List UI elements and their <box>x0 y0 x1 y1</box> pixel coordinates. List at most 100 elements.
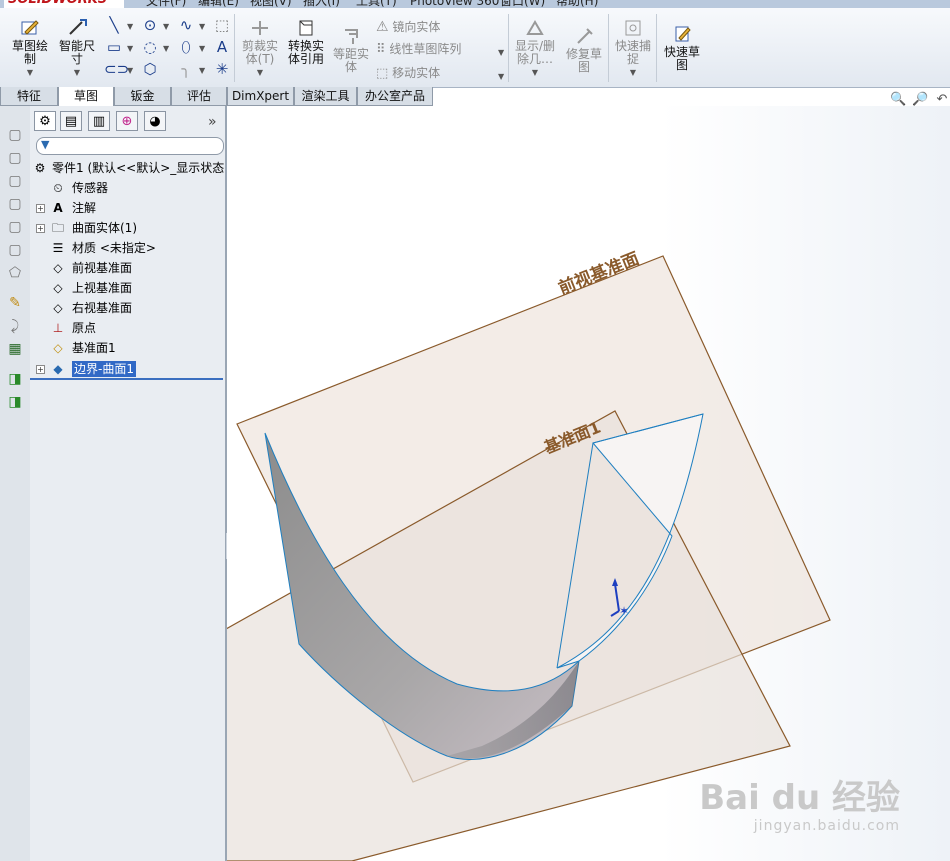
feature-manager-tree: ⚙ ▤ ▥ ⊕ ◕ » ▼ ⚙ 零件1 (默认<<默认>_显示状态 ⏲ 传感器 … <box>30 106 227 861</box>
tree-filter-input[interactable]: ▼ <box>36 137 224 155</box>
display-delete-relations-button[interactable]: 显示/删 除几… ▼ <box>512 18 558 79</box>
view-box-icon[interactable]: ⬠ <box>6 264 24 282</box>
tab-dimxpert[interactable]: DimXpert <box>227 87 294 106</box>
chevron-down-icon[interactable]: ▼ <box>199 22 205 31</box>
repair-sketch-icon <box>573 26 595 46</box>
tab-evaluate[interactable]: 评估 <box>171 87 227 106</box>
graphics-area[interactable]: ✶ 前视基准面 基准面1 <box>227 106 950 861</box>
command-manager-tabs: 特征 草图 钣金 评估 DimXpert 渲染工具 办公室产品 <box>0 87 433 106</box>
folder-icon: 🗀 <box>51 221 64 235</box>
sketch-edit-icon[interactable]: ✎ <box>6 294 24 312</box>
point-icon[interactable]: ✳ <box>212 60 232 78</box>
tree-item-top-plane[interactable]: ◇ 上视基准面 <box>30 278 225 298</box>
fillet-icon[interactable]: ╮ <box>176 60 196 78</box>
tab-sheet-metal[interactable]: 钣金 <box>114 87 171 106</box>
menu-edit[interactable]: 编辑(E) <box>198 0 239 8</box>
tree-item-material[interactable]: ☰ 材质 <未指定> <box>30 238 225 258</box>
view-box-icon[interactable]: ▢ <box>6 218 24 236</box>
zoom-to-fit-icon[interactable]: 🔍 <box>890 92 906 108</box>
configuration-manager-tab-icon[interactable]: ▥ <box>88 111 110 131</box>
convert-entities-button[interactable]: 转换实 体引用 <box>284 18 328 66</box>
tree-item-annotations[interactable]: + A 注解 <box>30 198 225 218</box>
display-manager-tab-icon[interactable]: ◕ <box>144 111 166 131</box>
mirror-entities-button[interactable]: ⚠ 镜向实体 <box>376 18 506 36</box>
circle-icon[interactable]: ⊙ <box>140 16 160 34</box>
chevron-down-icon[interactable]: ▼ <box>127 66 133 75</box>
rectangle-icon[interactable]: ▭ <box>104 38 124 56</box>
repair-sketch-button[interactable]: 修复草 图 <box>562 26 606 74</box>
view-box-icon[interactable]: ▢ <box>6 149 24 167</box>
tree-item-label: 上视基准面 <box>72 281 133 295</box>
tab-features[interactable]: 特征 <box>0 87 58 106</box>
expand-icon[interactable]: + <box>36 365 45 374</box>
chevron-down-icon[interactable]: ▼ <box>498 72 504 81</box>
construction-geometry-icon[interactable]: ⬚ <box>212 16 232 34</box>
menu-photoview[interactable]: PhotoView 360 <box>410 0 499 8</box>
chevron-down-icon: ▼ <box>256 68 264 77</box>
menu-file[interactable]: 文件(F) <box>146 0 186 8</box>
previous-view-icon[interactable]: ↶ <box>934 92 950 108</box>
view-box-icon[interactable]: ▢ <box>6 126 24 144</box>
rapid-sketch-button[interactable]: 快速草 图 <box>660 24 704 72</box>
property-manager-tab-icon[interactable]: ▤ <box>60 111 82 131</box>
menu-insert[interactable]: 插入(I) <box>303 0 340 8</box>
ribbon-separator <box>234 14 235 82</box>
trim-entities-button[interactable]: 剪裁实 体(T) ▼ <box>238 18 282 79</box>
linear-pattern-button[interactable]: ⠿ 线性草图阵列 <box>376 40 506 58</box>
menu-help[interactable]: 帮助(H) <box>556 0 598 8</box>
tree-item-sensors[interactable]: ⏲ 传感器 <box>30 178 225 198</box>
tree-item-front-plane[interactable]: ◇ 前视基准面 <box>30 258 225 278</box>
tree-item-label: 原点 <box>72 321 97 335</box>
linear-pattern-icon: ⠿ <box>376 42 386 57</box>
chevron-down-icon[interactable]: ▼ <box>127 44 133 53</box>
view-box-icon[interactable]: ▢ <box>6 172 24 190</box>
tree-item-boundary-surface1[interactable]: + ◆ 边界-曲面1 <box>30 359 225 379</box>
text-icon[interactable]: A <box>212 38 232 56</box>
linear-pattern-label: 线性草图阵列 <box>389 42 462 56</box>
tree-root[interactable]: ⚙ 零件1 (默认<<默认>_显示状态 <box>30 158 225 178</box>
chevron-down-icon[interactable]: ▼ <box>199 66 205 75</box>
view-box-icon[interactable]: ▢ <box>6 241 24 259</box>
boundary-surface-icon: ◆ <box>53 362 63 376</box>
view-box-icon[interactable]: ▢ <box>6 195 24 213</box>
polygon-icon[interactable]: ⬡ <box>140 60 160 78</box>
smart-dimension-button[interactable]: 智能尺 寸 ▼ <box>56 18 98 79</box>
arc-icon[interactable]: ◌ <box>140 38 160 56</box>
move-entities-button[interactable]: ⬚ 移动实体 <box>376 64 506 82</box>
tree-item-surface-bodies[interactable]: + 🗀 曲面实体(1) <box>30 218 225 238</box>
dimxpert-manager-tab-icon[interactable]: ⊕ <box>116 111 138 131</box>
menu-window[interactable]: 窗口(W) <box>500 0 545 8</box>
tree-item-right-plane[interactable]: ◇ 右视基准面 <box>30 298 225 318</box>
menu-tools[interactable]: 工具(T) <box>356 0 397 8</box>
expand-icon[interactable]: + <box>36 224 45 233</box>
tab-render-tools[interactable]: 渲染工具 <box>294 87 357 106</box>
spline-icon[interactable]: ∿ <box>176 16 196 34</box>
blocks-icon[interactable]: ▦ <box>6 340 24 358</box>
tree-item-plane1[interactable]: ◇ 基准面1 <box>30 338 225 358</box>
convert-label: 转换实 体引用 <box>287 39 324 66</box>
ellipse-icon[interactable]: ⬯ <box>176 38 196 56</box>
rollback-bar[interactable] <box>30 378 223 380</box>
expand-panel-icon[interactable]: » <box>208 114 217 130</box>
layers-icon[interactable]: ◨ <box>6 393 24 411</box>
chevron-down-icon[interactable]: ▼ <box>163 22 169 31</box>
tab-sketch[interactable]: 草图 <box>58 87 114 106</box>
tree-item-origin[interactable]: ⊥ 原点 <box>30 318 225 338</box>
chevron-down-icon[interactable]: ▼ <box>498 48 504 57</box>
layers-icon[interactable]: ◨ <box>6 370 24 388</box>
smart-dimension-icon <box>66 18 88 38</box>
tab-office-products[interactable]: 办公室产品 <box>357 87 433 106</box>
offset-entities-button[interactable]: 等距实 体 <box>330 26 372 74</box>
slot-icon[interactable]: ⊂⊃ <box>104 60 129 78</box>
expand-icon[interactable]: + <box>36 204 45 213</box>
menu-view[interactable]: 视图(V) <box>250 0 292 8</box>
quick-snaps-button[interactable]: 快速捕 捉 ▼ <box>612 18 654 79</box>
chevron-down-icon[interactable]: ▼ <box>199 44 205 53</box>
sketch-button[interactable]: 草图绘 制 ▼ <box>6 18 54 79</box>
zoom-area-icon[interactable]: 🔎 <box>912 92 928 108</box>
chevron-down-icon[interactable]: ▼ <box>127 22 133 31</box>
chevron-down-icon[interactable]: ▼ <box>163 44 169 53</box>
feature-manager-tab-icon[interactable]: ⚙ <box>34 111 56 131</box>
repair-icon[interactable]: ⤸ <box>6 317 24 335</box>
line-icon[interactable]: ╲ <box>104 16 124 34</box>
